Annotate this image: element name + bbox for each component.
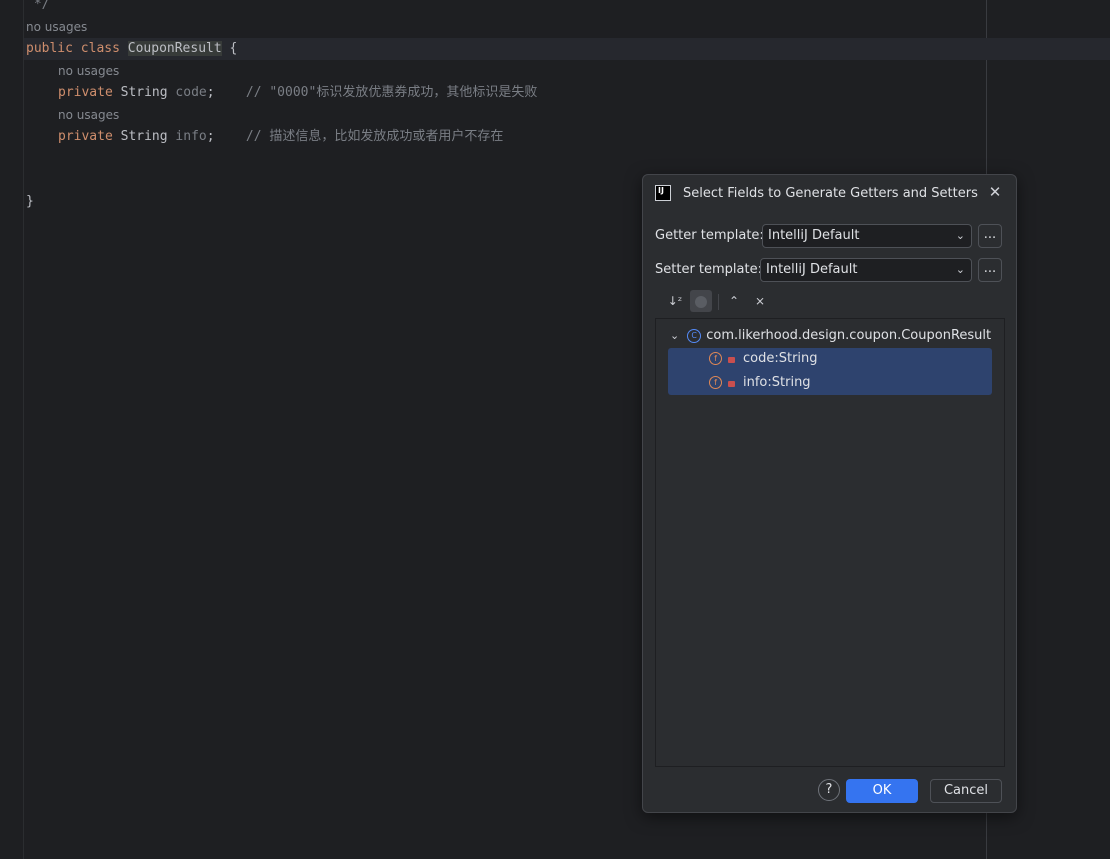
circle-icon bbox=[695, 295, 707, 308]
brace-close: } bbox=[26, 194, 34, 209]
chevron-down-icon[interactable]: ⌄ bbox=[670, 329, 679, 342]
chevron-down-icon: ⌄ bbox=[955, 229, 965, 242]
semicolon: ; bbox=[206, 129, 215, 144]
tree-root-label: com.likerhood.design.coupon.CouponResult bbox=[706, 328, 992, 343]
keyword-class: class bbox=[80, 41, 120, 56]
fields-tree[interactable]: ⌄ Ccom.likerhood.design.coupon.CouponResu… bbox=[655, 318, 1005, 767]
field-icon: f bbox=[709, 352, 722, 365]
keyword-private: private bbox=[58, 85, 113, 100]
usage-hint-info[interactable]: no usages bbox=[58, 108, 119, 122]
class-icon: C bbox=[687, 328, 702, 343]
getter-template-select[interactable]: IntelliJ Default ⌄ bbox=[762, 224, 972, 248]
keyword-public: public bbox=[26, 41, 73, 56]
getter-template-label: Getter template: bbox=[655, 228, 764, 243]
field-info-line: private String info; // 描述信息，比如发放成功或者用户不… bbox=[58, 126, 503, 148]
comment-end: */ bbox=[26, 0, 50, 12]
type-string: String bbox=[120, 85, 168, 100]
intellij-app-icon: IJ bbox=[655, 185, 671, 201]
field-code-line: private String code; // "0000"标识发放优惠券成功，… bbox=[58, 82, 537, 104]
ok-button[interactable]: OK bbox=[846, 779, 918, 803]
comment-text: 标识发放优惠券成功，其他标识是失败 bbox=[316, 85, 538, 100]
chevron-down-icon: ⌄ bbox=[955, 263, 965, 276]
usage-hint-class[interactable]: no usages bbox=[26, 20, 87, 34]
setter-template-select[interactable]: IntelliJ Default ⌄ bbox=[760, 258, 972, 282]
tree-item-label: code:String bbox=[743, 351, 818, 366]
tree-item-info[interactable]: f info:String bbox=[709, 372, 811, 394]
keyword-private: private bbox=[58, 129, 113, 144]
type-string: String bbox=[120, 129, 168, 144]
semicolon: ; bbox=[206, 85, 215, 100]
class-name[interactable]: CouponResult bbox=[127, 41, 222, 56]
tree-item-label: info:String bbox=[743, 375, 811, 390]
usage-hint-code[interactable]: no usages bbox=[58, 64, 119, 78]
cancel-button[interactable]: Cancel bbox=[930, 779, 1002, 803]
close-icon[interactable]: ✕ bbox=[987, 184, 1003, 200]
getter-template-value: IntelliJ Default bbox=[768, 228, 860, 243]
collapse-all-icon[interactable]: ⨯ bbox=[749, 290, 771, 312]
field-name-code: code bbox=[175, 85, 207, 100]
comment-string: "0000" bbox=[269, 85, 317, 100]
tree-root-class[interactable]: ⌄ Ccom.likerhood.design.coupon.CouponResu… bbox=[670, 326, 991, 346]
lock-icon bbox=[728, 380, 735, 387]
brace-open: { bbox=[229, 41, 238, 56]
setter-template-value: IntelliJ Default bbox=[766, 262, 858, 277]
class-declaration: public class CouponResult { bbox=[26, 38, 237, 60]
gutter-divider bbox=[23, 0, 24, 859]
sort-alpha-icon[interactable]: ↓ᶻ bbox=[664, 290, 686, 312]
toolbar-separator bbox=[718, 294, 719, 310]
expand-all-icon[interactable]: ⌃ bbox=[723, 290, 745, 312]
generate-getters-setters-dialog: IJ Select Fields to Generate Getters and… bbox=[642, 174, 1017, 813]
setter-template-browse-button[interactable]: ... bbox=[978, 258, 1002, 282]
field-icon: f bbox=[709, 376, 722, 389]
getter-template-browse-button[interactable]: ... bbox=[978, 224, 1002, 248]
field-name-info: info bbox=[175, 129, 207, 144]
dialog-title: Select Fields to Generate Getters and Se… bbox=[683, 186, 978, 201]
lock-icon bbox=[728, 356, 735, 363]
comment-info: // 描述信息，比如发放成功或者用户不存在 bbox=[245, 129, 504, 144]
show-classes-toggle[interactable] bbox=[690, 290, 712, 312]
setter-template-label: Setter template: bbox=[655, 262, 762, 277]
help-button[interactable]: ? bbox=[818, 779, 840, 801]
comment-prefix: // bbox=[245, 85, 270, 100]
tree-item-code[interactable]: f code:String bbox=[709, 348, 818, 370]
